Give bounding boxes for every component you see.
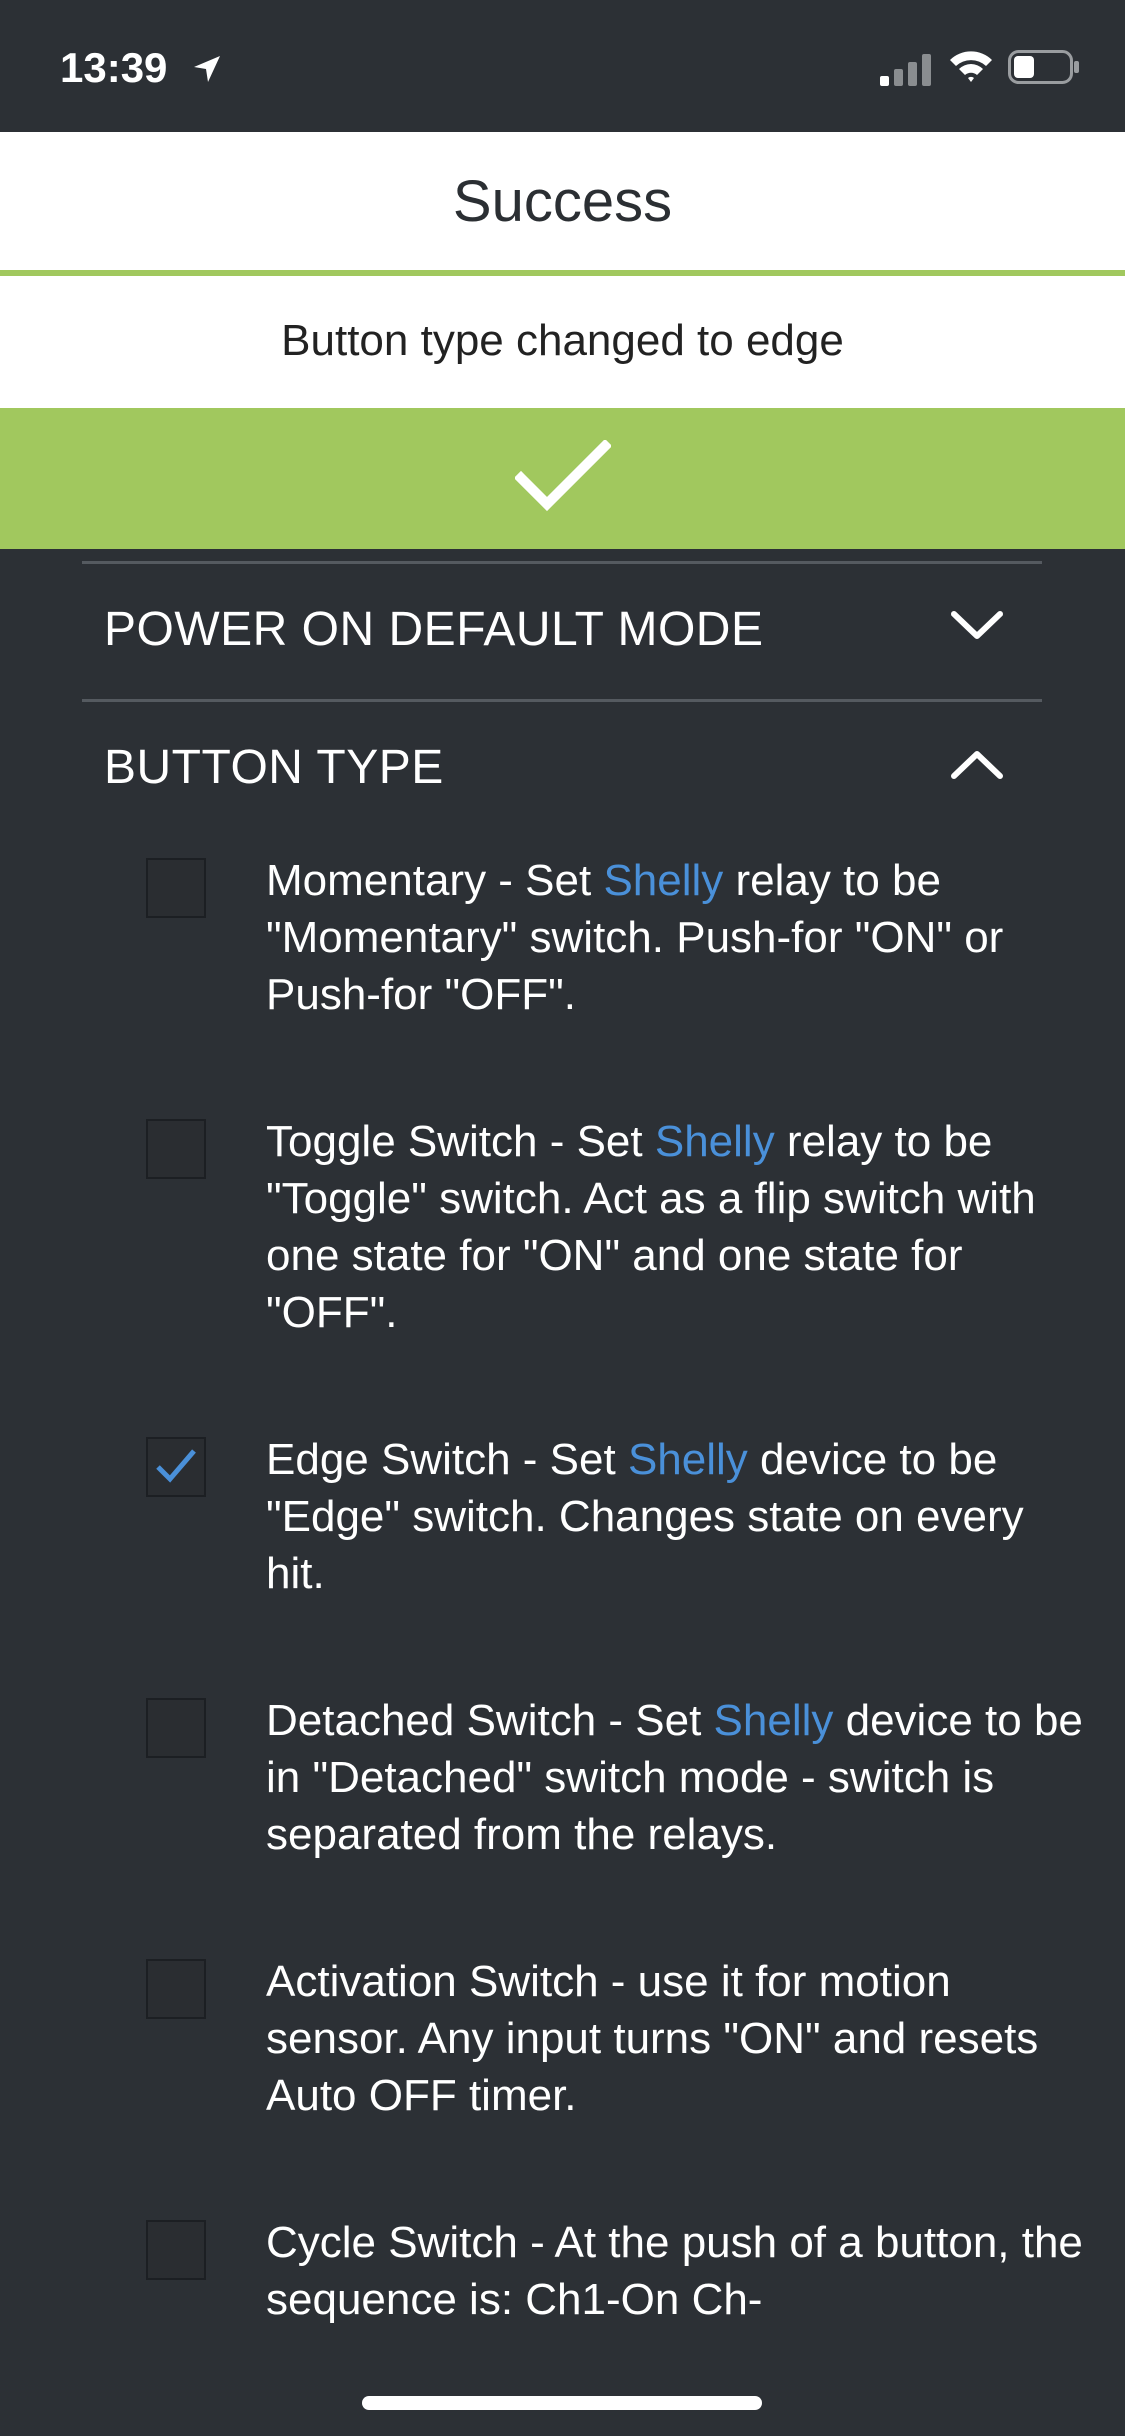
home-indicator[interactable]	[362, 2396, 762, 2410]
option-label: Detached Switch - Set	[266, 1696, 714, 1745]
checkbox[interactable]	[146, 2220, 206, 2280]
checkbox-checked[interactable]	[146, 1437, 206, 1497]
option-label: Activation Switch - use it for motion se…	[266, 1957, 1039, 2120]
toast-confirm-button[interactable]	[0, 408, 1125, 549]
brand-link: Shelly	[603, 856, 724, 905]
option-text: Cycle Switch - At the push of a button, …	[266, 2214, 1086, 2328]
option-text: Detached Switch - Set Shelly device to b…	[266, 1692, 1086, 1863]
brand-link: Shelly	[654, 1117, 775, 1166]
option-label: Edge Switch - Set	[266, 1435, 628, 1484]
status-bar: 13:39	[0, 0, 1125, 132]
chevron-up-icon[interactable]	[950, 744, 1004, 789]
chevron-down-icon[interactable]	[950, 606, 1004, 651]
checkbox[interactable]	[146, 858, 206, 918]
option-label: Cycle Switch - At the push of a button, …	[266, 2218, 1083, 2324]
option-text: Toggle Switch - Set Shelly relay to be "…	[266, 1113, 1086, 1341]
success-toast: Success Button type changed to edge	[0, 132, 1125, 549]
checkmark-icon	[513, 438, 612, 517]
status-time: 13:39	[60, 44, 168, 91]
checkmark-icon	[156, 1449, 196, 1483]
wifi-icon	[948, 48, 994, 89]
option-text: Momentary - Set Shelly relay to be "Mome…	[266, 852, 1086, 1023]
battery-icon	[1008, 50, 1080, 89]
section-power-on-default-mode[interactable]: POWER ON DEFAULT MODE	[82, 562, 1042, 698]
option-text: Activation Switch - use it for motion se…	[266, 1953, 1086, 2124]
toast-title: Success	[452, 169, 673, 234]
section-button-type[interactable]: BUTTON TYPE	[82, 700, 1042, 836]
location-arrow-icon	[192, 54, 222, 89]
checkbox[interactable]	[146, 1698, 206, 1758]
option-label: Momentary - Set	[266, 856, 604, 905]
brand-link: Shelly	[713, 1696, 834, 1745]
brand-link: Shelly	[627, 1435, 748, 1484]
option-text: Edge Switch - Set Shelly device to be "E…	[266, 1431, 1086, 1602]
checkbox[interactable]	[146, 1959, 206, 2019]
toast-message: Button type changed to edge	[281, 316, 844, 365]
checkbox[interactable]	[146, 1119, 206, 1179]
section-title: BUTTON TYPE	[104, 741, 444, 794]
option-label: Toggle Switch - Set	[266, 1117, 655, 1166]
cellular-signal-icon	[880, 54, 934, 91]
section-title: POWER ON DEFAULT MODE	[104, 603, 764, 656]
